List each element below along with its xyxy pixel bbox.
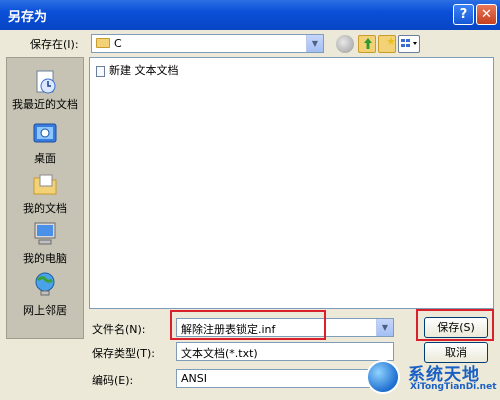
place-my-documents[interactable]: 我的文档: [7, 168, 83, 215]
dialog-title: 另存为: [8, 10, 48, 25]
filetype-label: 保存类型(T):: [92, 347, 156, 360]
globe-icon: [366, 360, 400, 394]
save-as-dialog: 另存为 ? ✕ 保存在(I): C ▼ 我最近的文档 桌面 我的文档 我的电脑 …: [0, 0, 500, 400]
place-recent-documents[interactable]: 我最近的文档: [7, 64, 83, 111]
file-name: 新建 文本文档: [109, 64, 179, 77]
back-icon[interactable]: [336, 35, 354, 53]
watermark-url: XiTongTianDi.net: [410, 382, 497, 392]
desktop-icon: [33, 123, 57, 143]
chevron-down-icon[interactable]: ▼: [306, 35, 323, 52]
lookin-value: C: [114, 37, 122, 50]
close-button[interactable]: ✕: [476, 4, 497, 25]
lookin-dropdown[interactable]: C ▼: [91, 34, 324, 53]
recent-documents-icon: [36, 70, 56, 94]
watermark-logo: 系统天地 XiTongTianDi.net: [360, 356, 500, 400]
my-documents-icon: [33, 174, 57, 195]
chevron-down-icon[interactable]: ▼: [376, 319, 393, 336]
my-computer-icon: [34, 222, 56, 245]
help-button[interactable]: ?: [453, 4, 474, 25]
place-my-computer[interactable]: 我的电脑: [7, 218, 83, 265]
new-folder-icon[interactable]: [378, 35, 396, 53]
views-menu-icon[interactable]: [398, 35, 420, 53]
place-label: 网上邻居: [23, 304, 67, 317]
place-desktop[interactable]: 桌面: [7, 118, 83, 165]
filetype-value: 文本文档(*.txt): [181, 347, 258, 360]
folder-icon: [96, 38, 110, 48]
encoding-label: 编码(E):: [92, 374, 134, 387]
up-folder-icon[interactable]: [358, 35, 376, 53]
place-label: 我的电脑: [23, 252, 67, 265]
highlight-box-save: [416, 309, 494, 341]
title-bar: 另存为 ? ✕: [0, 0, 500, 30]
file-list[interactable]: 新建 文本文档: [89, 57, 494, 309]
lookin-label: 保存在(I):: [30, 38, 79, 51]
text-file-icon: [96, 65, 105, 77]
place-network[interactable]: 网上邻居: [7, 270, 83, 317]
list-item[interactable]: 新建 文本文档: [96, 62, 179, 78]
places-bar: 我最近的文档 桌面 我的文档 我的电脑 网上邻居: [6, 57, 84, 339]
place-label: 桌面: [34, 152, 56, 165]
place-label: 我最近的文档: [12, 98, 78, 111]
filename-label: 文件名(N):: [92, 323, 146, 336]
highlight-box-filename: [170, 310, 326, 340]
network-places-icon: [35, 272, 55, 296]
place-label: 我的文档: [23, 202, 67, 215]
encoding-value: ANSI: [181, 372, 207, 385]
